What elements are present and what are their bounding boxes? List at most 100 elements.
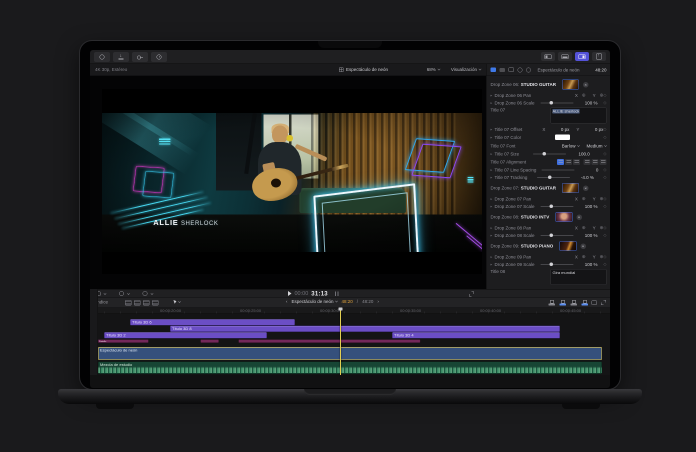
- overwrite-edit-button[interactable]: [582, 300, 589, 306]
- slider-thumb[interactable]: [548, 175, 552, 179]
- timeline-clip[interactable]: [201, 340, 219, 343]
- dropzone-thumbnail[interactable]: [555, 212, 572, 222]
- align-button[interactable]: [592, 159, 599, 165]
- keyframe-icon[interactable]: ◇: [603, 255, 606, 260]
- align-button[interactable]: [600, 159, 607, 165]
- view-menu[interactable]: Visualización: [451, 67, 481, 72]
- disclosure-icon[interactable]: ▸: [491, 135, 494, 139]
- font-family-popup[interactable]: Barlow: [562, 143, 580, 148]
- clip-appearance-icon[interactable]: [125, 300, 132, 306]
- timeline-clip[interactable]: Mezcla de estudio: [98, 362, 602, 375]
- param-slider[interactable]: [540, 206, 573, 207]
- param-slider[interactable]: [540, 264, 573, 265]
- tool-select-menu[interactable]: [174, 300, 181, 304]
- keyframe-icon[interactable]: ◇: [603, 152, 606, 157]
- disclosure-icon[interactable]: ▸: [491, 101, 494, 105]
- fit-to-window-icon[interactable]: [469, 292, 474, 297]
- param-slider[interactable]: [541, 169, 574, 170]
- clear-media-icon[interactable]: ×: [583, 185, 589, 191]
- background-tasks-button[interactable]: [151, 52, 167, 62]
- insert-edit-button[interactable]: [560, 300, 567, 306]
- text-field[interactable]: ALLIE sherlock: [551, 108, 607, 124]
- tools-menu-button[interactable]: [119, 291, 130, 296]
- keyframe-icon[interactable]: ◇: [603, 127, 606, 132]
- timeline-clip[interactable]: Espectáculo de neón: [98, 347, 602, 360]
- browser-layout-button[interactable]: [541, 52, 555, 61]
- timeline-clip[interactable]: Título 3D 4: [392, 332, 560, 339]
- keyframe-icon[interactable]: ◇: [603, 262, 606, 267]
- disclosure-icon[interactable]: ▸: [491, 255, 494, 259]
- audio-meter-icon[interactable]: [335, 291, 339, 296]
- clip-appearance-icon[interactable]: [152, 300, 159, 306]
- import-media-button[interactable]: [113, 52, 129, 62]
- dropzone-thumbnail[interactable]: [562, 80, 579, 90]
- font-weight-popup[interactable]: Medium: [586, 143, 606, 148]
- slider-thumb[interactable]: [550, 204, 554, 208]
- color-swatch[interactable]: [555, 135, 570, 141]
- timeline-project-menu[interactable]: Espectáculo de neón: [292, 299, 338, 304]
- play-button[interactable]: [288, 291, 292, 296]
- disclosure-icon[interactable]: ▸: [491, 127, 494, 131]
- pan-x-control-icon[interactable]: ⊕: [582, 196, 586, 202]
- clear-media-icon[interactable]: ×: [576, 214, 582, 220]
- text-field[interactable]: Gira mundial: [551, 269, 607, 285]
- timeline-display-icon[interactable]: [592, 300, 598, 305]
- disclosure-icon[interactable]: ▸: [491, 175, 494, 179]
- zoom-menu[interactable]: 68%: [427, 67, 440, 72]
- zoom-fit-icon[interactable]: [601, 300, 606, 305]
- back-button[interactable]: ‹: [286, 299, 288, 304]
- param-slider[interactable]: [533, 153, 566, 154]
- audio-inspector-icon[interactable]: [518, 67, 523, 72]
- clear-media-icon[interactable]: ×: [583, 82, 589, 88]
- dropzone-thumbnail[interactable]: [562, 183, 579, 193]
- info-inspector-icon[interactable]: [526, 67, 531, 72]
- keyframe-icon[interactable]: ◇: [603, 135, 606, 140]
- record-button[interactable]: [94, 52, 110, 62]
- keyframe-icon[interactable]: ◇: [603, 168, 606, 173]
- text-inspector-icon[interactable]: [500, 68, 506, 72]
- align-button[interactable]: [573, 159, 580, 165]
- disclosure-icon[interactable]: ▸: [491, 197, 494, 201]
- playhead-handle[interactable]: [339, 308, 343, 311]
- playhead[interactable]: [340, 308, 341, 375]
- clear-media-icon[interactable]: ×: [580, 243, 586, 249]
- param-slider[interactable]: [537, 177, 570, 178]
- disclosure-icon[interactable]: ▸: [491, 152, 494, 156]
- clip-appearance-icon[interactable]: [143, 300, 150, 306]
- keyframe-icon[interactable]: ◇: [603, 175, 606, 180]
- pan-x-control-icon[interactable]: ⊕: [582, 93, 586, 99]
- pan-x-control-icon[interactable]: ⊕: [582, 225, 586, 231]
- slider-thumb[interactable]: [543, 152, 547, 156]
- dropzone-thumbnail[interactable]: [559, 241, 576, 251]
- disclosure-icon[interactable]: ▸: [491, 226, 494, 230]
- align-button[interactable]: [557, 159, 564, 165]
- share-button[interactable]: [592, 52, 606, 61]
- keyframe-icon[interactable]: ◇: [603, 197, 606, 202]
- timeline-clip[interactable]: Pantalla: [98, 340, 149, 343]
- timeline-layout-button[interactable]: [558, 52, 572, 61]
- keyframe-icon[interactable]: ◇: [603, 226, 606, 231]
- connect-edit-button[interactable]: [549, 300, 556, 306]
- keyframe-icon[interactable]: ◇: [603, 93, 606, 98]
- disclosure-icon[interactable]: ▸: [491, 168, 494, 172]
- forward-button[interactable]: ›: [377, 299, 379, 304]
- timeline-clip[interactable]: [239, 340, 421, 343]
- keyword-editor-button[interactable]: [132, 52, 148, 62]
- pan-x-control-icon[interactable]: ⊕: [582, 254, 586, 260]
- slider-thumb[interactable]: [550, 101, 554, 105]
- disclosure-icon[interactable]: ▸: [491, 204, 494, 208]
- keyframe-icon[interactable]: ◇: [603, 233, 606, 238]
- append-edit-button[interactable]: [571, 300, 578, 306]
- disclosure-icon[interactable]: ▸: [491, 93, 494, 97]
- video-canvas[interactable]: ALLIESHERLOCK: [102, 89, 482, 274]
- video-inspector-icon[interactable]: [491, 68, 497, 73]
- slider-thumb[interactable]: [550, 262, 554, 266]
- keyframe-icon[interactable]: ◇: [603, 204, 606, 209]
- keyframe-icon[interactable]: ◇: [603, 101, 606, 106]
- disclosure-icon[interactable]: ▸: [491, 262, 494, 266]
- clip-appearance-icon[interactable]: [134, 300, 141, 306]
- param-slider[interactable]: [540, 102, 573, 103]
- timer-menu-button[interactable]: [143, 291, 154, 296]
- generator-inspector-icon[interactable]: [509, 68, 515, 73]
- slider-thumb[interactable]: [550, 233, 554, 237]
